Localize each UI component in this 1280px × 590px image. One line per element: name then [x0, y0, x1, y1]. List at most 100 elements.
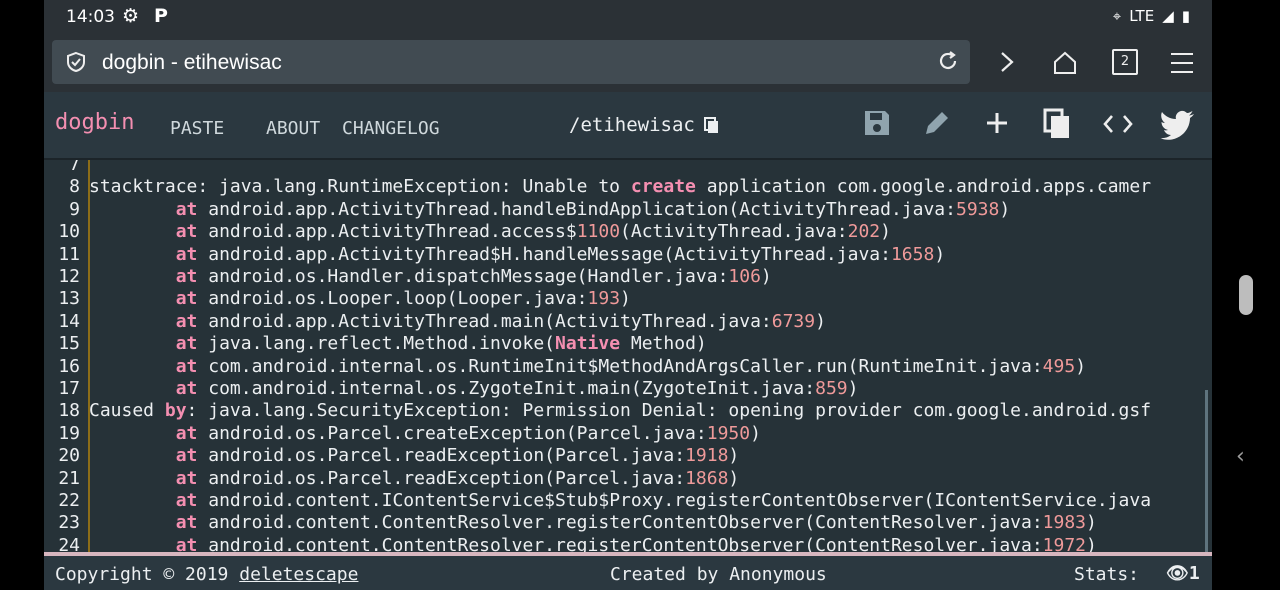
code-line: 20 at android.os.Parcel.readException(Pa… [44, 445, 739, 467]
code-keyword: at [175, 378, 198, 399]
code-line: 13 at android.os.Looper.loop(Looper.java… [44, 288, 631, 310]
nav-changelog[interactable]: CHANGELOG [342, 118, 440, 139]
stats-label: Stats: [1074, 564, 1140, 585]
code-text: android.content.ContentResolver.register… [197, 512, 1043, 534]
line-number: 20 [58, 445, 80, 467]
line-number: 15 [58, 333, 80, 355]
vertical-scrollbar[interactable] [1205, 390, 1208, 554]
code-text: (ActivityThread.java: [620, 221, 848, 243]
code-keyword: at [175, 198, 198, 220]
code-keyword: at [175, 333, 198, 355]
code-number: 1918 [685, 445, 729, 467]
edit-icon[interactable] [922, 108, 952, 138]
menu-icon[interactable] [1170, 52, 1194, 74]
code-text: android.app.ActivityThread$H.handleMessa… [197, 243, 891, 265]
code-text: android.app.ActivityThread.handleBindApp… [197, 198, 956, 220]
code-keyword: at [175, 512, 198, 534]
location-icon: ⌖ [1112, 7, 1122, 25]
copy-slug-icon[interactable] [704, 117, 720, 135]
code-keyword: at [175, 445, 198, 467]
tabs-button[interactable]: 2 [1112, 49, 1138, 75]
code-number: 1950 [706, 422, 751, 444]
code-text: stacktrace: java.lang.RuntimeException: … [89, 176, 631, 198]
back-chevron-icon[interactable]: ‹ [1236, 444, 1245, 469]
code-keyword: Native [555, 333, 621, 355]
eye-icon: 👁 [1166, 563, 1189, 584]
brand-logo[interactable]: dogbin [55, 110, 134, 135]
network-label: LTE [1129, 7, 1155, 25]
line-number: 17 [58, 378, 80, 399]
code-line: 11 at android.app.ActivityThread$H.handl… [44, 244, 945, 266]
code-text: android.os.Looper.loop(Looper.java: [197, 288, 588, 310]
code-text: ) [728, 445, 740, 467]
nav-about[interactable]: ABOUT [266, 118, 320, 139]
code-keyword: at [175, 221, 198, 243]
home-icon[interactable] [1052, 50, 1078, 76]
code-line: 23 at android.content.ContentResolver.re… [44, 512, 1097, 534]
code-editor[interactable]: 7 8 stacktrace: java.lang.RuntimeException… [44, 160, 1212, 554]
system-scroll-handle[interactable] [1239, 275, 1253, 315]
line-number: 9 [69, 198, 80, 220]
code-text: android.os.Parcel.createException(Parcel… [197, 422, 707, 444]
code-number: 6739 [771, 310, 816, 332]
code-text: Caused [89, 400, 165, 422]
code-line: 12 at android.os.Handler.dispatchMessage… [44, 266, 771, 288]
code-number: 106 [728, 266, 761, 287]
code-text: ) [815, 310, 826, 332]
code-number: 202 [847, 221, 881, 243]
duplicate-icon[interactable] [1042, 108, 1072, 140]
line-number: 14 [58, 310, 80, 332]
code-text: ) [750, 422, 761, 444]
code-text: android.os.Parcel.readException(Parcel.j… [197, 467, 686, 489]
code-keyword: at [175, 266, 198, 287]
author-link[interactable]: deletescape [239, 564, 358, 585]
code-text: ) [934, 243, 946, 265]
code-keyword: by [164, 400, 187, 422]
code-number: 495 [1042, 355, 1076, 377]
created-by: Created by Anonymous [610, 564, 827, 585]
code-keyword: create [630, 176, 696, 198]
code-line: 10 at android.app.ActivityThread.access$… [44, 221, 891, 243]
nav-paste[interactable]: PASTE [170, 118, 224, 139]
status-bar: 14:03 ⚙ P ⌖ LTE ◢ ▮ [44, 0, 1212, 36]
code-text: android.app.ActivityThread.main(Activity… [197, 310, 772, 332]
status-right: ⌖ LTE ◢ ▮ [1113, 7, 1190, 25]
line-number: 12 [58, 266, 80, 287]
code-text: com.android.internal.os.ZygoteInit.main(… [197, 378, 816, 399]
page-title: dogbin - etihewisac [102, 51, 282, 74]
code-text: android.os.Handler.dispatchMessage(Handl… [197, 266, 729, 287]
code-text: Method) [620, 333, 707, 355]
raw-code-icon[interactable] [1102, 112, 1134, 136]
code-text: : java.lang.SecurityException: Permissio… [186, 400, 1152, 422]
code-line: 15 at java.lang.reflect.Method.invoke(Na… [44, 333, 707, 355]
address-bar[interactable]: dogbin - etihewisac [52, 40, 970, 84]
parking-icon: P [154, 5, 168, 27]
browser-toolbar: dogbin - etihewisac 2 [44, 36, 1212, 92]
code-text: ) [847, 378, 859, 399]
code-line: 14 at android.app.ActivityThread.main(Ac… [44, 311, 826, 333]
code-number: 1100 [576, 221, 621, 243]
code-line: 22 at android.content.IContentService$St… [44, 490, 1151, 512]
reload-icon[interactable] [936, 49, 960, 73]
code-number: 1658 [890, 243, 935, 265]
new-paste-icon[interactable] [982, 108, 1012, 138]
copyright-text: Copyright © 2019 [55, 564, 240, 585]
twitter-icon[interactable] [1160, 110, 1196, 140]
code-number: 193 [587, 288, 621, 310]
code-text: android.app.ActivityThread.access$ [197, 221, 577, 243]
code-keyword: at [175, 422, 198, 444]
code-text: application com.google.android.apps.came… [695, 176, 1152, 198]
code-text: ) [1075, 355, 1087, 377]
forward-icon[interactable] [996, 50, 1018, 74]
line-number: 8 [69, 176, 80, 198]
code-keyword: at [175, 490, 198, 511]
save-icon[interactable] [862, 108, 892, 138]
